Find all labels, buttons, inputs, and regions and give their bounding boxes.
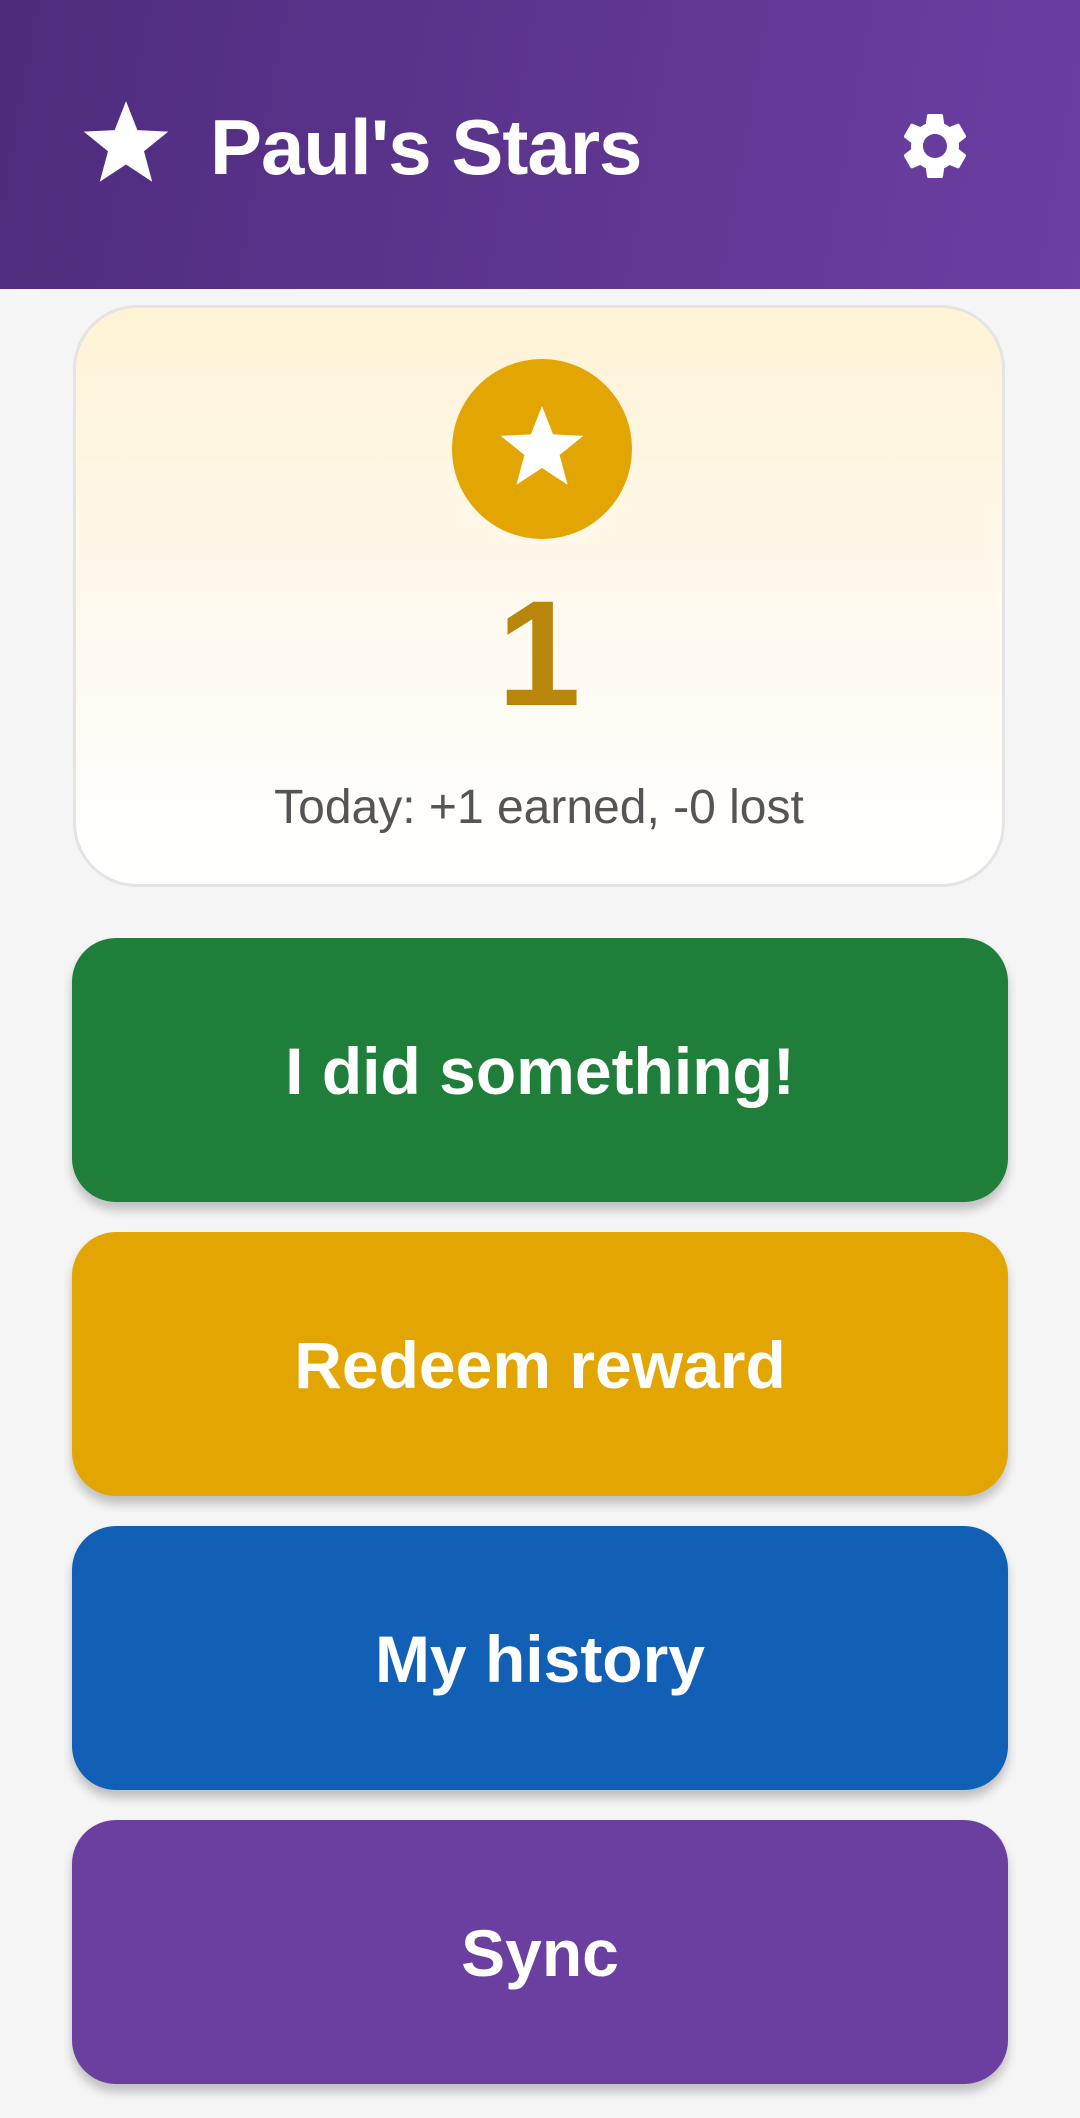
sync-button[interactable]: Sync <box>72 1820 1008 2084</box>
star-icon <box>78 98 174 188</box>
settings-button[interactable] <box>895 106 975 186</box>
page-title: Paul's Stars <box>210 103 642 191</box>
star-badge <box>452 359 632 539</box>
star-count: 1 <box>497 569 581 737</box>
redeem-reward-button[interactable]: Redeem reward <box>72 1232 1008 1496</box>
my-history-button[interactable]: My history <box>72 1526 1008 1790</box>
today-summary: Today: +1 earned, -0 lost <box>274 781 804 834</box>
did-something-button[interactable]: I did something! <box>72 938 1008 1202</box>
app-header: Paul's Stars <box>0 0 1080 289</box>
star-icon <box>500 406 584 485</box>
star-balance-card: 1 Today: +1 earned, -0 lost <box>73 305 1005 887</box>
gear-icon <box>903 114 967 178</box>
